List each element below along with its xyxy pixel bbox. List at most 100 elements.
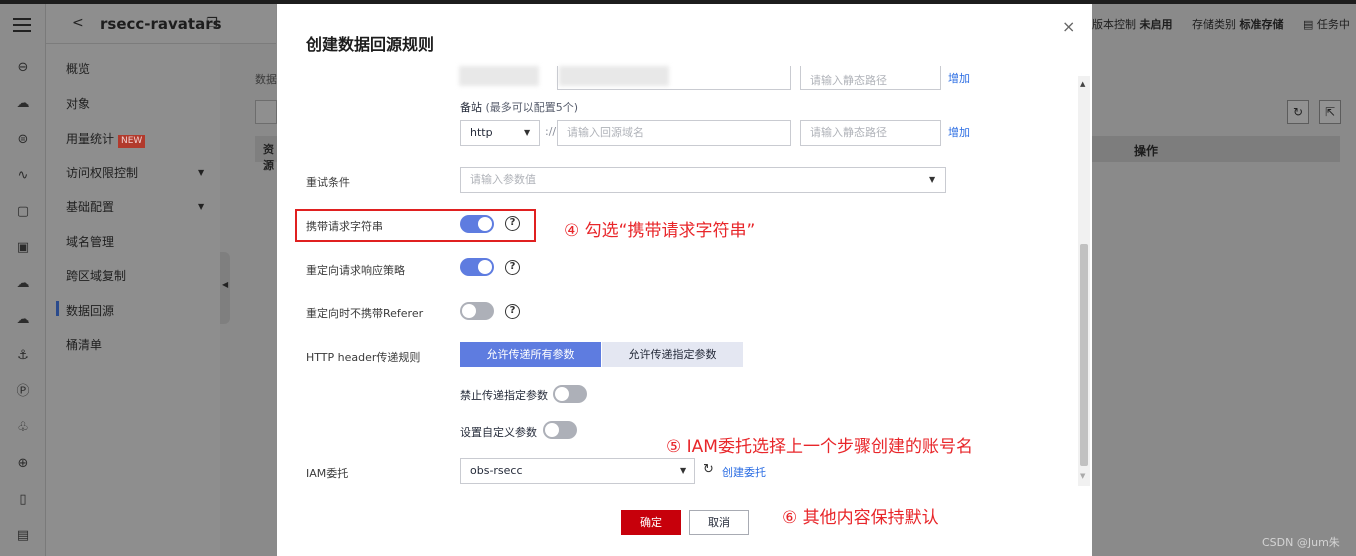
nav-item-basic-config[interactable]: 基础配置 [66, 198, 114, 215]
database-icon[interactable]: ⊜ [15, 132, 31, 148]
cancel-button[interactable]: 取消 [689, 510, 749, 535]
refresh-icon[interactable]: ↻ [703, 462, 714, 477]
export-icon: ⇱ [1324, 105, 1336, 119]
bucket-name: rsecc-ravatars [100, 15, 222, 33]
backup-label-row: 备站 (最多可以配置5个) [460, 99, 578, 115]
caret-left-icon: ◀ [222, 280, 229, 289]
retry-condition-select[interactable]: 请输入参数值 [460, 167, 946, 193]
nav-item-back-to-source[interactable]: 数据回源 [66, 302, 114, 319]
export-button[interactable]: ⇱ [1319, 100, 1341, 124]
iam-label: IAM委托 [306, 467, 349, 480]
backup-label: 备站 [460, 101, 482, 114]
backup-hint: (最多可以配置5个) [485, 101, 579, 114]
refresh-button[interactable]: ↻ [1287, 100, 1309, 124]
primary-path-input[interactable]: 请输入静态路径 [800, 66, 941, 90]
caret-down-icon: ▼ [929, 175, 936, 184]
forbid-params-label: 禁止传递指定参数 [460, 389, 548, 402]
document-icon[interactable]: ▯ [15, 492, 31, 508]
nav-item-overview[interactable]: 概览 [66, 60, 90, 77]
collapse-nav-handle[interactable]: ◀ [220, 252, 230, 324]
caret-down-icon[interactable]: ▼ [198, 168, 204, 177]
scroll-up-arrow-icon[interactable]: ▲ [1080, 80, 1085, 88]
redirect-policy-label: 重定向请求响应策略 [306, 264, 405, 277]
backup-domain-input[interactable]: 请输入回源域名 [557, 120, 791, 146]
carry-query-toggle[interactable] [460, 215, 494, 233]
toggle-knob [478, 260, 492, 274]
nav-item-objects[interactable]: 对象 [66, 95, 90, 112]
anchor-icon[interactable]: ⚓ [15, 348, 31, 364]
seg-allow-all-params[interactable]: 允许传递所有参数 [460, 342, 601, 367]
caret-down-icon: ▼ [524, 128, 531, 137]
scroll-thumb[interactable] [1080, 244, 1088, 466]
service-icon-rail: ⊖ ☁ ⊜ ∿ ▢ ▣ ☁ ☁ ⚓ Ⓟ ♧ ⊕ ▯ ▤ [0, 4, 46, 556]
parking-icon[interactable]: Ⓟ [15, 384, 31, 400]
storage-class-label: 存储类别 [1192, 18, 1236, 31]
cloud-disk-icon[interactable]: ⊖ [15, 60, 31, 76]
close-icon[interactable]: × [1062, 17, 1075, 36]
toggle-knob [462, 304, 476, 318]
help-icon[interactable]: ? [505, 304, 520, 319]
toggle-knob [545, 423, 559, 437]
nav-item-domain[interactable]: 域名管理 [66, 233, 114, 250]
new-badge: NEW [118, 135, 146, 148]
iam-delegation-select[interactable]: obs-rsecc [460, 458, 695, 484]
dialog-scrollbar[interactable]: ▲ ▼ [1078, 76, 1090, 486]
main-partial-button[interactable] [255, 100, 277, 124]
carry-query-label: 携带请求字符串 [306, 220, 383, 233]
nav-item-cross-region[interactable]: 跨区域复制 [66, 267, 126, 284]
monitor-icon[interactable]: ∿ [15, 168, 31, 184]
main-partial-text: 数据 [255, 73, 277, 86]
container-icon[interactable]: ▣ [15, 240, 31, 256]
server-icon[interactable]: ▢ [15, 204, 31, 220]
scroll-down-arrow-icon[interactable]: ▼ [1080, 472, 1085, 480]
blurred-protocol [459, 66, 539, 86]
primary-add-link[interactable]: 增加 [948, 70, 970, 86]
cloud-storage-icon[interactable]: ☁ [15, 276, 31, 292]
annotation-step5: ⑤ IAM委托选择上一个步骤创建的账号名 [666, 437, 973, 457]
help-icon[interactable]: ? [505, 260, 520, 275]
tasks-icon[interactable]: ▤ [1303, 18, 1313, 31]
nav-item-inventory[interactable]: 桶清单 [66, 336, 102, 353]
caret-down-icon[interactable]: ▼ [198, 202, 204, 211]
table-header-partial: 资源 [263, 143, 274, 172]
annotation-step4: ④ 勾选“携带请求字符串” [564, 221, 756, 241]
tasks-label[interactable]: 任务中 [1317, 18, 1350, 31]
dialog-title: 创建数据回源规则 [306, 35, 435, 54]
bucket-info-bar: 版本控制 未启用 存储类别 标准存储 ▤ 任务中 [1092, 16, 1350, 32]
custom-params-label: 设置自定义参数 [460, 426, 537, 439]
bucket-header: < rsecc-ravatars ❐ [46, 4, 276, 44]
annotation-step6: ⑥ 其他内容保持默认 [782, 508, 939, 528]
redirect-no-referer-toggle[interactable] [460, 302, 494, 320]
backup-path-input[interactable]: 请输入静态路径 [800, 120, 941, 146]
primary-domain-input[interactable] [557, 66, 791, 90]
cloud-icon[interactable]: ☁ [15, 96, 31, 112]
versioning-value: 未启用 [1139, 18, 1173, 31]
redirect-policy-toggle[interactable] [460, 258, 494, 276]
watermark: CSDN @Jum朱 [1262, 536, 1340, 549]
cluster-icon[interactable]: ♧ [15, 420, 31, 436]
create-back-to-source-rule-dialog: 创建数据回源规则 × 请输入静态路径 增加 备站 (最多可以配置5个) http… [277, 4, 1092, 556]
back-chevron-icon[interactable]: < [72, 15, 84, 31]
nav-item-access-control[interactable]: 访问权限控制 [66, 164, 138, 181]
iam-value: obs-rsecc [470, 464, 523, 477]
versioning-label: 版本控制 [1092, 18, 1136, 31]
custom-params-toggle[interactable] [543, 421, 577, 439]
nav-item-usage[interactable]: 用量统计 NEW [66, 130, 146, 148]
forbid-params-toggle[interactable] [553, 385, 587, 403]
protocol-value: http [470, 126, 493, 139]
globe-icon[interactable]: ⊕ [15, 456, 31, 472]
create-delegation-link[interactable]: 创建委托 [722, 464, 766, 480]
redirect-no-referer-label: 重定向时不携带Referer [306, 307, 424, 320]
confirm-button[interactable]: 确定 [621, 510, 681, 535]
copy-icon[interactable]: ❐ [206, 16, 218, 31]
cloud-upload-icon[interactable]: ☁ [15, 312, 31, 328]
report-icon[interactable]: ▤ [15, 528, 31, 544]
http-header-label: HTTP header传递规则 [306, 351, 421, 364]
menu-icon[interactable] [13, 18, 31, 32]
table-header [1092, 136, 1340, 162]
toggle-knob [555, 387, 569, 401]
help-icon[interactable]: ? [505, 216, 520, 231]
backup-add-link[interactable]: 增加 [948, 124, 970, 140]
toggle-knob [478, 217, 492, 231]
seg-allow-specified-params[interactable]: 允许传递指定参数 [602, 342, 743, 367]
